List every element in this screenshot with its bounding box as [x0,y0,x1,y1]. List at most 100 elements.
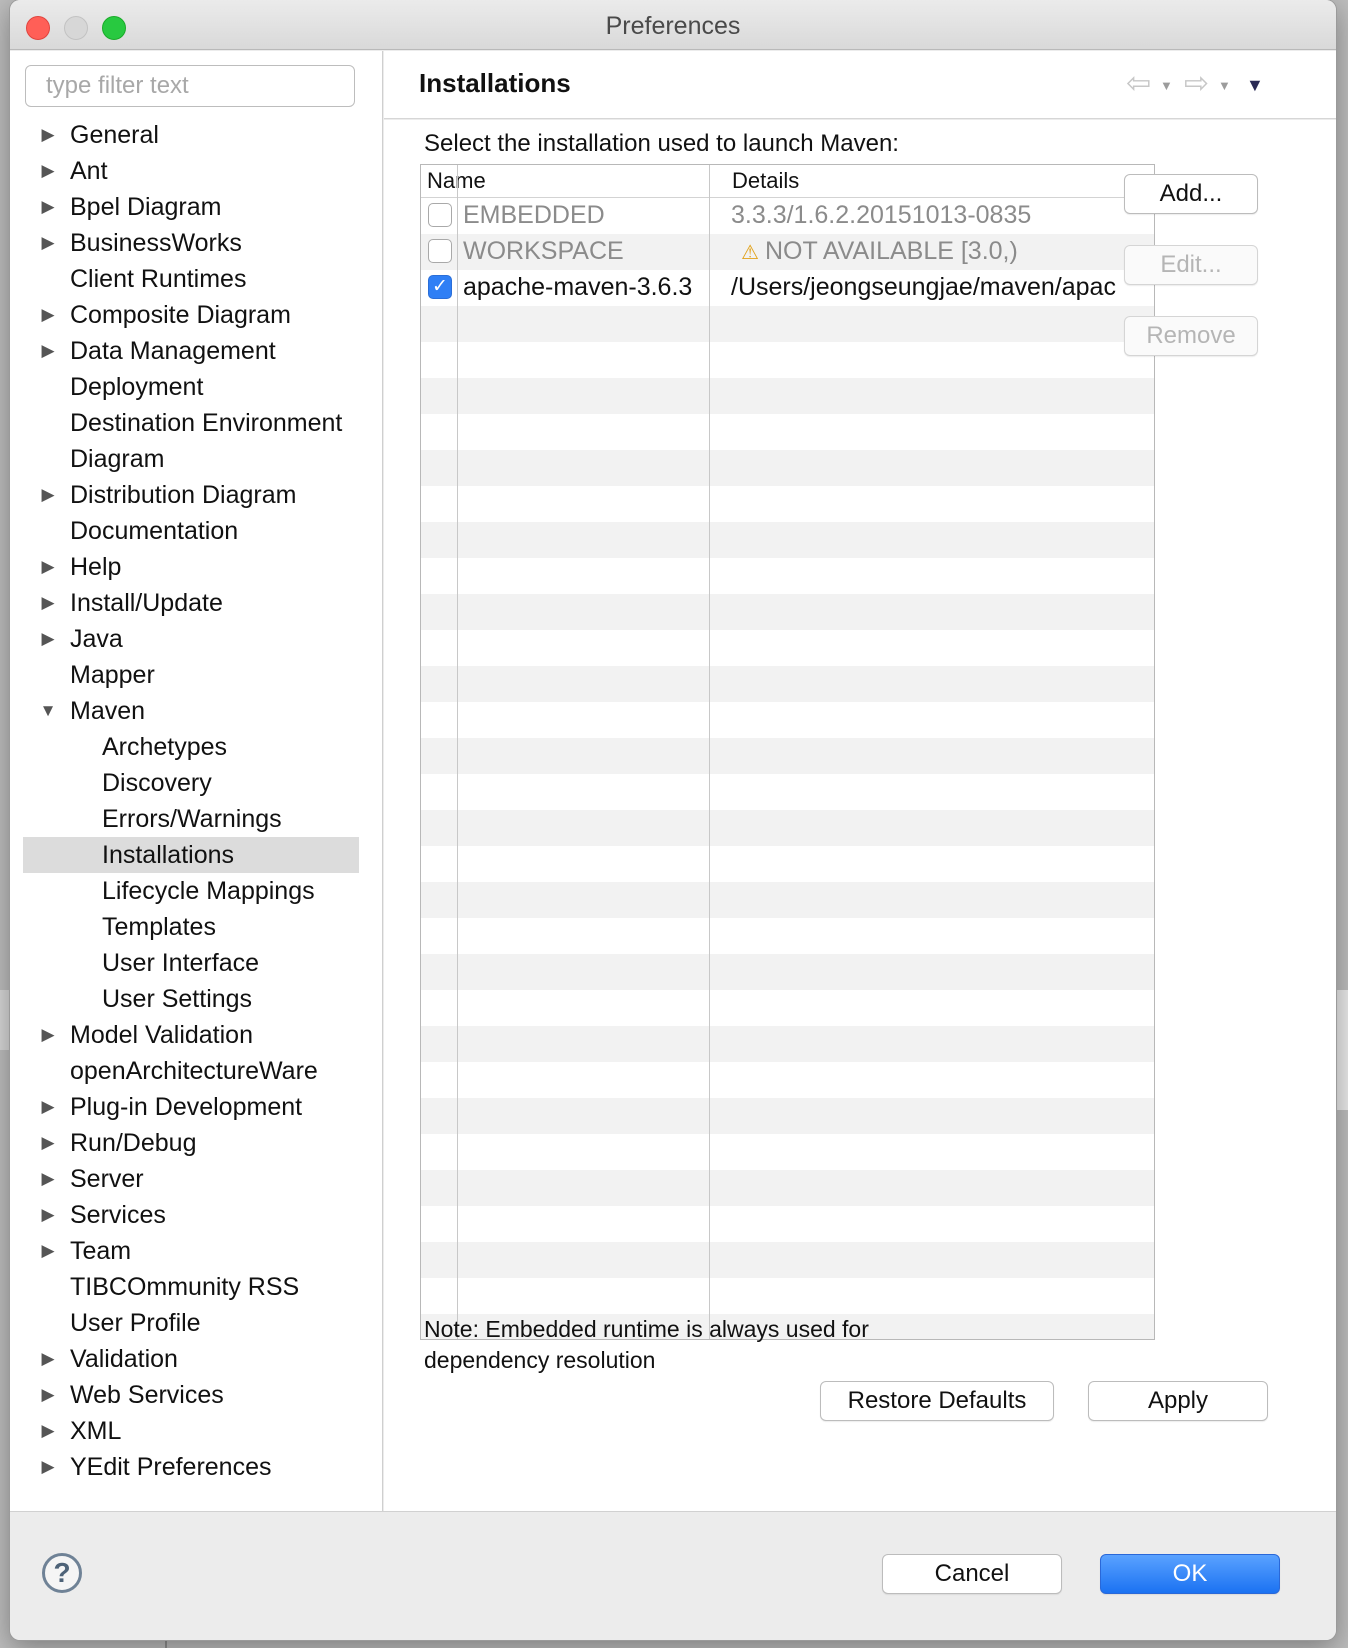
edit-button[interactable]: Edit... [1124,245,1258,285]
installation-name: EMBEDDED [463,201,605,229]
chevron-right-icon[interactable]: ▶ [39,1161,57,1197]
cancel-button[interactable]: Cancel [882,1554,1062,1594]
sidebar-item-label: Plug-in Development [70,1093,303,1121]
chevron-right-icon[interactable]: ▶ [39,1125,57,1161]
chevron-right-icon[interactable]: ▶ [39,153,57,189]
sidebar-item-lifecycle-mappings[interactable]: Lifecycle Mappings [23,873,359,909]
sidebar-item-xml[interactable]: ▶ XML [23,1413,359,1449]
sidebar-item-mapper[interactable]: Mapper [23,657,359,693]
sidebar-item-general[interactable]: ▶ General [23,117,359,153]
installation-checkbox[interactable] [428,203,452,227]
table-row[interactable]: ✓ apache-maven-3.6.3/Users/jeongseungjae/… [421,270,1154,306]
chevron-right-icon[interactable]: ▶ [39,189,57,225]
sidebar-item-label: Install/Update [70,589,223,617]
sidebar-item-user-profile[interactable]: User Profile [23,1305,359,1341]
apply-button[interactable]: Apply [1088,1381,1268,1421]
sidebar-item-label: Client Runtimes [70,265,247,293]
sidebar-item-user-interface[interactable]: User Interface [23,945,359,981]
table-row[interactable]: WORKSPACE ⚠ NOT AVAILABLE [3.0,) [421,234,1154,270]
sidebar-item-composite-diagram[interactable]: ▶ Composite Diagram [23,297,359,333]
empty-table-row [421,1062,1154,1098]
sidebar-item-run-debug[interactable]: ▶ Run/Debug [23,1125,359,1161]
help-icon[interactable]: ? [42,1553,82,1593]
sidebar-item-deployment[interactable]: Deployment [23,369,359,405]
remove-button[interactable]: Remove [1124,316,1258,356]
chevron-right-icon[interactable]: ▶ [39,477,57,513]
ok-button[interactable]: OK [1100,1554,1280,1594]
empty-table-row [421,594,1154,630]
sidebar-item-java[interactable]: ▶ Java [23,621,359,657]
sidebar-item-businessworks[interactable]: ▶ BusinessWorks [23,225,359,261]
sidebar-item-client-runtimes[interactable]: Client Runtimes [23,261,359,297]
sidebar-item-yedit-preferences[interactable]: ▶ YEdit Preferences [23,1449,359,1485]
sidebar-item-errors-warnings[interactable]: Errors/Warnings [23,801,359,837]
restore-defaults-button[interactable]: Restore Defaults [820,1381,1054,1421]
sidebar-item-templates[interactable]: Templates [23,909,359,945]
chevron-right-icon[interactable]: ▶ [39,1341,57,1377]
sidebar-item-documentation[interactable]: Documentation [23,513,359,549]
sidebar-item-team[interactable]: ▶ Team [23,1233,359,1269]
sidebar-item-label: XML [70,1417,122,1445]
chevron-down-icon[interactable]: ▼ [39,693,57,729]
installations-table[interactable]: Name Details EMBEDDED 3.3.3/1.6.2.2015101… [420,164,1155,1340]
sidebar-item-ant[interactable]: ▶ Ant [23,153,359,189]
sidebar-item-model-validation[interactable]: ▶ Model Validation [23,1017,359,1053]
sidebar-item-install-update[interactable]: ▶ Install/Update [23,585,359,621]
sidebar-item-tibcommunity-rss[interactable]: TIBCOmmunity RSS [23,1269,359,1305]
chevron-right-icon[interactable]: ▶ [39,1449,57,1485]
chevron-right-icon[interactable]: ▶ [39,549,57,585]
menu-triangle-icon[interactable]: ▼ [1246,75,1264,96]
arrow-right-icon[interactable]: ⇨ [1184,69,1209,99]
sidebar-item-plug-in-development[interactable]: ▶ Plug-in Development [23,1089,359,1125]
sidebar-item-label: Lifecycle Mappings [102,877,315,905]
sidebar-item-data-management[interactable]: ▶ Data Management [23,333,359,369]
installation-checkbox[interactable] [428,239,452,263]
table-row[interactable]: EMBEDDED 3.3.3/1.6.2.20151013-0835 [421,198,1154,234]
sidebar-item-label: Diagram [70,445,165,473]
sidebar-item-server[interactable]: ▶ Server [23,1161,359,1197]
installation-name: WORKSPACE [463,237,624,265]
sidebar-item-distribution-diagram[interactable]: ▶ Distribution Diagram [23,477,359,513]
chevron-right-icon[interactable]: ▶ [39,333,57,369]
table-body: EMBEDDED 3.3.3/1.6.2.20151013-0835 WORKSPA… [421,198,1154,1339]
sidebar-item-maven[interactable]: ▼ Maven [23,693,359,729]
chevron-right-icon[interactable]: ▶ [39,585,57,621]
chevron-right-icon[interactable]: ▶ [39,1197,57,1233]
empty-table-row [421,774,1154,810]
chevron-down-icon[interactable]: ▼ [1160,78,1173,93]
chevron-right-icon[interactable]: ▶ [39,297,57,333]
filter-input[interactable] [25,65,355,107]
sidebar-item-web-services[interactable]: ▶ Web Services [23,1377,359,1413]
sidebar-item-user-settings[interactable]: User Settings [23,981,359,1017]
chevron-right-icon[interactable]: ▶ [39,1017,57,1053]
chevron-right-icon[interactable]: ▶ [39,225,57,261]
chevron-right-icon[interactable]: ▶ [39,1413,57,1449]
arrow-left-icon[interactable]: ⇦ [1126,69,1151,99]
sidebar-item-bpel-diagram[interactable]: ▶ Bpel Diagram [23,189,359,225]
sidebar-item-installations[interactable]: Installations [23,837,359,873]
sidebar-item-services[interactable]: ▶ Services [23,1197,359,1233]
sidebar-item-label: Documentation [70,517,239,545]
add-button[interactable]: Add... [1124,174,1258,214]
chevron-down-icon[interactable]: ▼ [1218,78,1231,93]
sidebar-item-archetypes[interactable]: Archetypes [23,729,359,765]
sidebar-item-help[interactable]: ▶ Help [23,549,359,585]
sidebar-item-label: Maven [70,697,146,725]
chevron-right-icon[interactable]: ▶ [39,117,57,153]
installation-details: 3.3.3/1.6.2.20151013-0835 [731,201,1031,230]
chevron-right-icon[interactable]: ▶ [39,621,57,657]
instruction-text: Select the installation used to launch M… [424,130,899,157]
sidebar-item-openarchitectureware[interactable]: openArchitectureWare [23,1053,359,1089]
sidebar-item-label: Help [70,553,122,581]
sidebar-item-destination-environment[interactable]: Destination Environment [23,405,359,441]
chevron-right-icon[interactable]: ▶ [39,1089,57,1125]
column-header-details[interactable]: Details [732,168,799,194]
dialog-button-bar: ? Cancel OK [10,1511,1336,1640]
sidebar-item-validation[interactable]: ▶ Validation [23,1341,359,1377]
sidebar-item-diagram[interactable]: Diagram [23,441,359,477]
chevron-right-icon[interactable]: ▶ [39,1233,57,1269]
installation-checkbox[interactable]: ✓ [428,275,452,299]
empty-table-row [421,1098,1154,1134]
chevron-right-icon[interactable]: ▶ [39,1377,57,1413]
sidebar-item-discovery[interactable]: Discovery [23,765,359,801]
